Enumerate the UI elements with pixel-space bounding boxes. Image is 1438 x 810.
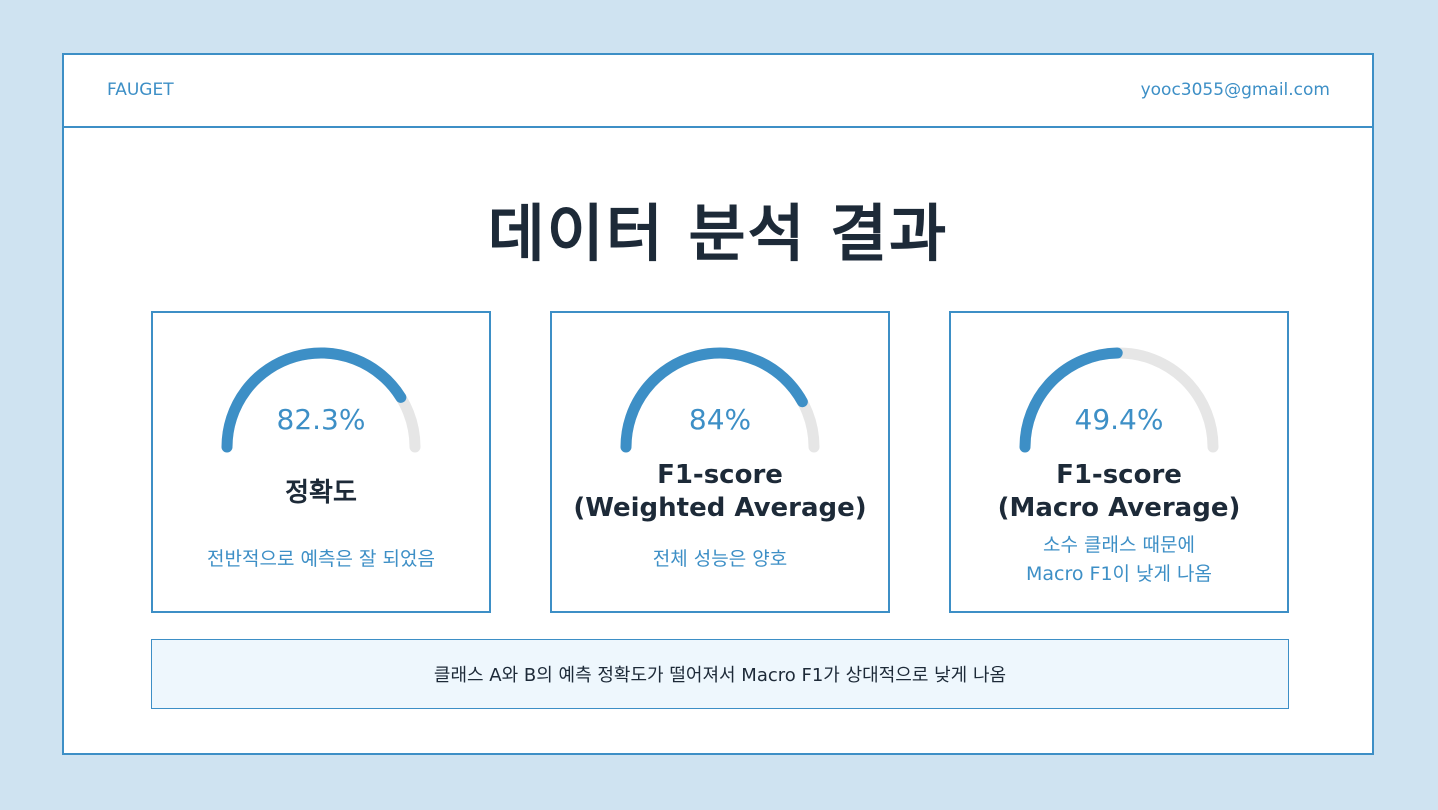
content-card: FAUGET yooc3055@gmail.com 데이터 분석 결과 82.3… [62, 53, 1374, 755]
brand-name: FAUGET [107, 80, 174, 100]
top-bar: FAUGET yooc3055@gmail.com [64, 55, 1372, 128]
metric-description: 전체 성능은 양호 [552, 545, 888, 574]
gauge-value: 49.4% [1074, 403, 1164, 436]
metric-label-line: (Weighted Average) [573, 493, 867, 523]
metric-card-weighted-f1: 84% F1-score (Weighted Average) 전체 성능은 양… [550, 311, 890, 613]
metric-label-line: F1-score [657, 460, 783, 490]
metric-card-accuracy: 82.3% 정확도 전반적으로 예측은 잘 되었음 [151, 311, 491, 613]
gauge-chart [620, 347, 820, 453]
metric-description-line: 전반적으로 예측은 잘 되었음 [207, 548, 435, 570]
metric-label-line: F1-score [1056, 460, 1182, 490]
metric-label: 정확도 [153, 477, 489, 510]
summary-banner: 클래스 A와 B의 예측 정확도가 떨어져서 Macro F1가 상대적으로 낮… [151, 639, 1289, 709]
metric-description: 전반적으로 예측은 잘 되었음 [153, 545, 489, 574]
summary-text: 클래스 A와 B의 예측 정확도가 떨어져서 Macro F1가 상대적으로 낮… [433, 665, 1007, 686]
metric-description: 소수 클래스 때문에 Macro F1이 낮게 나옴 [951, 531, 1287, 589]
contact-email[interactable]: yooc3055@gmail.com [1141, 80, 1330, 100]
metric-label: F1-score (Weighted Average) [552, 459, 888, 525]
metric-card-macro-f1: 49.4% F1-score (Macro Average) 소수 클래스 때문… [949, 311, 1289, 613]
metric-label-line: (Macro Average) [997, 493, 1241, 523]
gauge-value: 82.3% [276, 403, 366, 436]
metric-label: F1-score (Macro Average) [951, 459, 1287, 525]
page-title: 데이터 분석 결과 [487, 197, 949, 270]
metric-description-line: Macro F1이 낮게 나옴 [1025, 563, 1213, 585]
gauge-value: 84% [688, 403, 752, 436]
gauge-chart [1019, 347, 1219, 453]
gauge-chart [221, 347, 421, 453]
metric-description-line: 소수 클래스 때문에 [1043, 534, 1195, 556]
metric-label-line: 정확도 [285, 478, 357, 508]
metric-description-line: 전체 성능은 양호 [652, 548, 788, 570]
